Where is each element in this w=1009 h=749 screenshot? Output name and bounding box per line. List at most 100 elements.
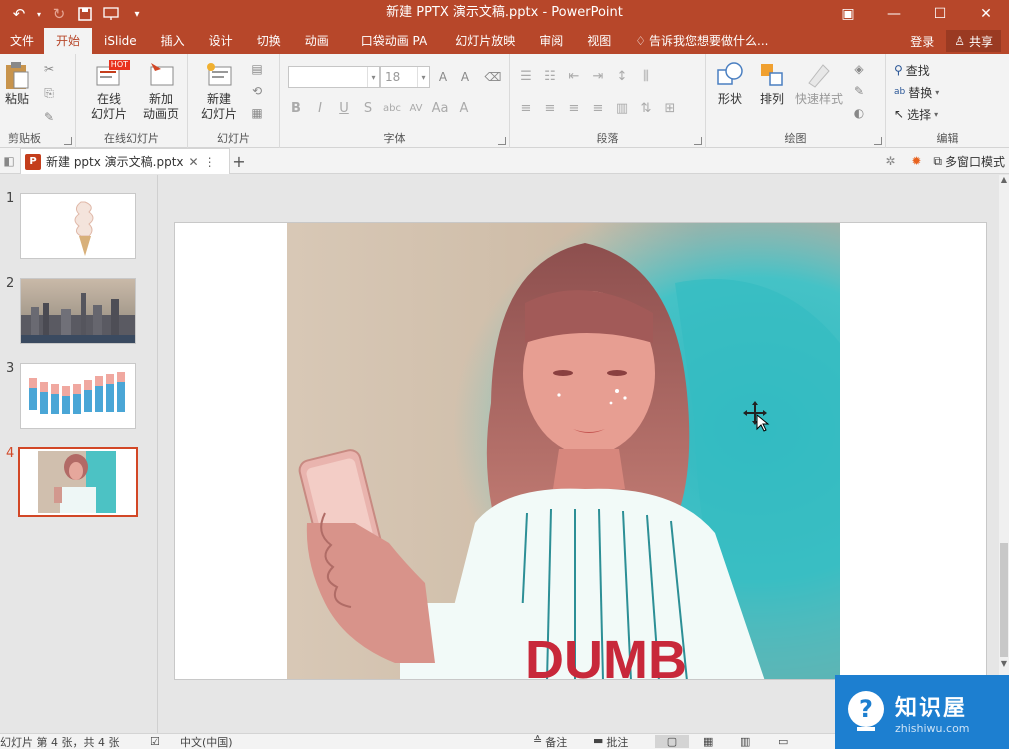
tab-slideshow[interactable]: 幻灯片放映 xyxy=(439,28,527,54)
smartart-icon[interactable]: ⊞ xyxy=(660,98,680,118)
slideshow-view-icon[interactable]: ▭ xyxy=(778,735,788,748)
change-case-icon[interactable]: Aa xyxy=(430,98,450,118)
select-button[interactable]: ↖ 选择 ▾ xyxy=(894,104,938,124)
shadow-icon[interactable]: S xyxy=(358,98,378,118)
tab-home[interactable]: 开始 xyxy=(44,28,93,54)
scroll-thumb[interactable] xyxy=(1000,543,1008,657)
tab-insert[interactable]: 插入 xyxy=(149,28,197,54)
scroll-up-icon[interactable]: ▲ xyxy=(999,175,1009,191)
tab-view[interactable]: 视图 xyxy=(575,28,623,54)
slide-photo[interactable]: DUMB xyxy=(175,223,987,680)
current-slide[interactable]: DUMB xyxy=(174,222,987,680)
slide-sorter-icon[interactable]: ▦ xyxy=(703,735,713,748)
tab-review[interactable]: 审阅 xyxy=(527,28,575,54)
document-tab[interactable]: P 新建 pptx 演示文稿.pptx ✕ ⋮ xyxy=(20,148,230,174)
columns-icon[interactable]: ⫼ xyxy=(636,66,656,86)
customize-icon[interactable]: ▾ xyxy=(126,3,148,25)
clipboard-launcher-icon[interactable] xyxy=(64,137,72,145)
new-animation-page-button[interactable]: 新加 动画页 xyxy=(136,60,186,122)
shape-fill-icon[interactable]: ◈ xyxy=(850,60,868,78)
shape-outline-icon[interactable]: ✎ xyxy=(850,82,868,100)
clear-format-icon[interactable]: ⌫ xyxy=(484,68,502,86)
drawing-launcher-icon[interactable] xyxy=(874,137,882,145)
language-indicator[interactable]: 中文(中国) xyxy=(180,734,233,749)
paragraph-launcher-icon[interactable] xyxy=(694,137,702,145)
distribute-icon[interactable]: ▥ xyxy=(612,98,632,118)
quick-styles-button[interactable]: 快速样式 xyxy=(792,60,846,107)
present-icon[interactable] xyxy=(100,3,122,25)
bold-icon[interactable]: B xyxy=(286,98,306,118)
notes-button[interactable]: ≙ 备注 xyxy=(533,734,567,749)
char-spacing-icon[interactable]: AV xyxy=(406,98,426,118)
save-icon[interactable] xyxy=(74,3,96,25)
redo-icon[interactable]: ↻ xyxy=(48,3,70,25)
more-options-icon[interactable]: ⋮ xyxy=(204,155,216,169)
chevron-down-icon[interactable]: ▾ xyxy=(34,3,44,25)
new-slide-button[interactable]: 新建 幻灯片 xyxy=(194,60,244,122)
align-center-icon[interactable]: ≡ xyxy=(540,98,560,118)
increase-indent-icon[interactable]: ⇥ xyxy=(588,66,608,86)
scroll-down-icon[interactable]: ▼ xyxy=(999,659,1009,675)
share-button[interactable]: ♙ 共享 xyxy=(946,30,1001,52)
reading-view-icon[interactable]: ▥ xyxy=(740,735,750,748)
font-size-combo[interactable]: 18 ▾ xyxy=(380,66,430,88)
align-right-icon[interactable]: ≡ xyxy=(564,98,584,118)
slide-thumbnail[interactable]: 2 xyxy=(0,260,158,344)
settings-icon[interactable]: ✹ xyxy=(903,152,929,170)
grow-font-icon[interactable]: A xyxy=(434,68,452,86)
align-left-icon[interactable]: ≡ xyxy=(516,98,536,118)
strikethrough-icon[interactable]: abc xyxy=(382,98,402,118)
comments-button[interactable]: ▬ 批注 xyxy=(593,734,628,749)
tab-animations[interactable]: 动画 xyxy=(293,28,341,54)
italic-icon[interactable]: I xyxy=(310,98,330,118)
layout-icon[interactable]: ▤ xyxy=(248,60,266,78)
decrease-indent-icon[interactable]: ⇤ xyxy=(564,66,584,86)
find-button[interactable]: ⚲ 查找 xyxy=(894,60,930,80)
replace-button[interactable]: ab 替换 ▾ xyxy=(894,82,939,102)
slide-thumbnail[interactable]: 3 xyxy=(0,345,158,429)
close-icon[interactable]: ✕ xyxy=(963,0,1009,28)
bullets-icon[interactable]: ☰ xyxy=(516,66,536,86)
reset-icon[interactable]: ⟲ xyxy=(248,82,266,100)
section-icon[interactable]: ▦ xyxy=(248,104,266,122)
copy-icon[interactable]: ⎘ xyxy=(40,84,58,102)
shrink-font-icon[interactable]: A xyxy=(456,68,474,86)
vertical-scrollbar[interactable]: ▲ ▼ xyxy=(999,175,1009,675)
numbering-icon[interactable]: ☷ xyxy=(540,66,560,86)
tell-me-box[interactable]: ♢ 告诉我您想要做什么... xyxy=(623,28,780,54)
tab-file[interactable]: 文件 xyxy=(0,28,44,54)
cut-icon[interactable]: ✂ xyxy=(40,60,58,78)
format-painter-icon[interactable]: ✎ xyxy=(40,108,58,126)
slide-thumbnail-selected[interactable]: 4 xyxy=(0,430,158,517)
multi-window-button[interactable]: ⧉ 多窗口模式 xyxy=(929,151,1009,171)
undo-icon[interactable]: ↶ xyxy=(8,3,30,25)
line-spacing-icon[interactable]: ↕ xyxy=(612,66,632,86)
arrange-button[interactable]: 排列 xyxy=(750,60,794,107)
minimize-icon[interactable]: — xyxy=(871,0,917,28)
font-launcher-icon[interactable] xyxy=(498,137,506,145)
ribbon-display-icon[interactable]: ▣ xyxy=(825,0,871,28)
normal-view-icon[interactable]: ▢ xyxy=(655,735,689,748)
close-tab-icon[interactable]: ✕ xyxy=(189,155,199,169)
pin-icon[interactable]: ✲ xyxy=(877,152,903,170)
tab-design[interactable]: 设计 xyxy=(197,28,245,54)
online-slides-button[interactable]: HOT 在线 幻灯片 xyxy=(82,60,136,122)
slide-thumbnail[interactable]: 1 xyxy=(0,175,158,259)
spellcheck-icon[interactable]: ☑ xyxy=(150,735,160,748)
underline-icon[interactable]: U xyxy=(334,98,354,118)
maximize-icon[interactable]: ☐ xyxy=(917,0,963,28)
signin-link[interactable]: 登录 xyxy=(910,33,934,50)
tab-islide[interactable]: iSlide xyxy=(92,28,149,54)
tab-pocket-animation[interactable]: 口袋动画 PA xyxy=(341,28,440,54)
shapes-button[interactable]: 形状 xyxy=(708,60,752,107)
panel-toggle-icon[interactable]: ◧ xyxy=(0,152,18,170)
justify-icon[interactable]: ≡ xyxy=(588,98,608,118)
add-tab-icon[interactable]: + xyxy=(230,152,248,171)
font-color-icon[interactable]: A xyxy=(454,98,474,118)
tab-transitions[interactable]: 切换 xyxy=(245,28,293,54)
paste-button[interactable]: 粘贴 xyxy=(0,60,34,107)
shape-effects-icon[interactable]: ◐ xyxy=(850,104,868,122)
font-name-combo[interactable]: ▾ xyxy=(288,66,380,88)
text-direction-icon[interactable]: ⇅ xyxy=(636,98,656,118)
thumbnail-city-skyline xyxy=(20,278,136,344)
